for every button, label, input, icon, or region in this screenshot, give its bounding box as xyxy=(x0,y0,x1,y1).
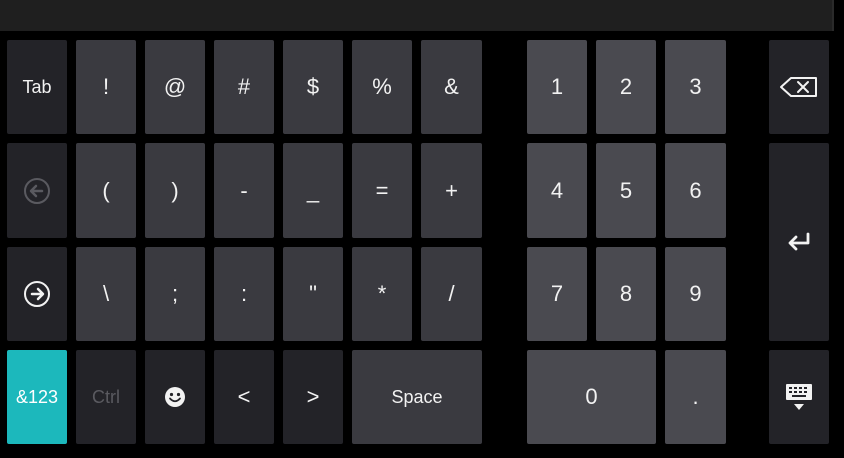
semicolon-key[interactable]: ; xyxy=(145,247,205,341)
percent-key[interactable]: % xyxy=(352,40,412,134)
symbols-mode-key[interactable]: &123 xyxy=(7,350,67,444)
colon-key[interactable]: : xyxy=(214,247,274,341)
key-label: 2 xyxy=(619,74,633,99)
key-label: < xyxy=(237,384,251,409)
key-label: * xyxy=(377,281,387,306)
num-8-key[interactable]: 8 xyxy=(596,247,656,341)
key-label: 8 xyxy=(619,281,633,306)
left-paren-key[interactable]: ( xyxy=(76,143,136,238)
ctrl-key[interactable]: Ctrl xyxy=(76,350,136,444)
key-label: - xyxy=(240,177,248,203)
space-key[interactable]: Space xyxy=(352,350,482,444)
num-7-key[interactable]: 7 xyxy=(527,247,587,341)
slash-key[interactable]: / xyxy=(421,247,482,341)
key-label: 4 xyxy=(550,177,564,203)
num-1-key[interactable]: 1 xyxy=(527,40,587,134)
circle-right-arrow-icon xyxy=(22,279,52,309)
key-label: " xyxy=(309,281,317,306)
dollar-key[interactable]: $ xyxy=(283,40,343,134)
key-label: ) xyxy=(171,177,179,203)
key-label: 0 xyxy=(585,384,598,409)
hash-key[interactable]: # xyxy=(214,40,274,134)
quote-key[interactable]: " xyxy=(283,247,343,341)
num-0-key[interactable]: 0 xyxy=(527,350,656,444)
key-label: / xyxy=(448,281,455,306)
num-4-key[interactable]: 4 xyxy=(527,143,587,238)
keyboard-hide-icon xyxy=(783,382,815,412)
next-key[interactable] xyxy=(7,247,67,341)
backslash-key[interactable]: \ xyxy=(76,247,136,341)
ctrl-key-label: Ctrl xyxy=(92,387,120,407)
space-key-label: Space xyxy=(391,387,443,407)
keyboard-top-bar xyxy=(0,0,834,31)
key-label: ; xyxy=(171,281,179,306)
key-label: _ xyxy=(306,177,320,203)
key-label: 7 xyxy=(550,281,564,306)
less-than-key[interactable]: < xyxy=(214,350,274,444)
circle-left-arrow-icon xyxy=(22,176,52,206)
backspace-icon xyxy=(779,76,819,98)
num-6-key[interactable]: 6 xyxy=(665,143,726,238)
key-label: ! xyxy=(102,74,110,99)
key-label: > xyxy=(306,384,320,409)
num-2-key[interactable]: 2 xyxy=(596,40,656,134)
emoji-key[interactable] xyxy=(145,350,205,444)
key-label: : xyxy=(240,281,248,306)
plus-key[interactable]: + xyxy=(421,143,482,238)
key-label: 1 xyxy=(550,74,564,99)
key-label: % xyxy=(372,74,392,99)
enter-key[interactable] xyxy=(769,143,829,341)
key-label: 3 xyxy=(689,74,702,99)
key-label: @ xyxy=(163,74,187,99)
backspace-key[interactable] xyxy=(769,40,829,134)
key-label: 6 xyxy=(689,177,702,203)
underscore-key[interactable]: _ xyxy=(283,143,343,238)
decimal-key[interactable]: . xyxy=(665,350,726,444)
key-label: 5 xyxy=(619,177,633,203)
key-label: ( xyxy=(102,177,110,203)
symbols-mode-label: &123 xyxy=(15,387,59,407)
right-paren-key[interactable]: ) xyxy=(145,143,205,238)
key-label: 9 xyxy=(689,281,702,306)
at-key[interactable]: @ xyxy=(145,40,205,134)
num-5-key[interactable]: 5 xyxy=(596,143,656,238)
greater-than-key[interactable]: > xyxy=(283,350,343,444)
equals-key[interactable]: = xyxy=(352,143,412,238)
key-label: = xyxy=(375,177,389,203)
num-9-key[interactable]: 9 xyxy=(665,247,726,341)
tab-key[interactable]: Tab xyxy=(7,40,67,134)
key-label: $ xyxy=(306,74,320,99)
minus-key[interactable]: - xyxy=(214,143,274,238)
key-label: \ xyxy=(102,281,110,306)
tab-key-label: Tab xyxy=(22,77,52,97)
key-label: . xyxy=(692,384,699,409)
key-label: & xyxy=(444,74,459,99)
ampersand-key[interactable]: & xyxy=(421,40,482,134)
hide-keyboard-key[interactable] xyxy=(769,350,829,444)
num-3-key[interactable]: 3 xyxy=(665,40,726,134)
enter-icon xyxy=(786,232,812,252)
asterisk-key[interactable]: * xyxy=(352,247,412,341)
smiley-icon xyxy=(163,385,187,409)
key-label: + xyxy=(445,177,458,203)
exclamation-key[interactable]: ! xyxy=(76,40,136,134)
key-label: # xyxy=(237,74,251,99)
prev-key[interactable] xyxy=(7,143,67,238)
